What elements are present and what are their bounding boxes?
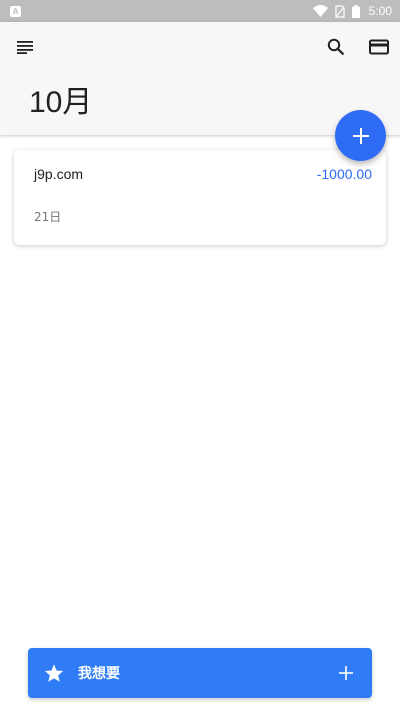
status-bar-right: 5:00 [312, 4, 392, 18]
android-notification-icon: A [10, 5, 21, 17]
transaction-name: j9p.com [34, 166, 84, 182]
month-title: 10月 [29, 86, 93, 119]
transaction-amount: -1000.00 [316, 166, 372, 182]
battery-icon [351, 4, 360, 18]
plus-icon [334, 661, 358, 685]
add-transaction-fab[interactable] [335, 110, 386, 161]
app-header: 10月 [0, 22, 400, 135]
transaction-date: 21日 [34, 210, 62, 224]
plus-icon [352, 127, 369, 144]
menu-lines-icon [17, 41, 33, 54]
star-icon [43, 662, 65, 684]
status-time: 5:00 [368, 4, 392, 18]
status-bar: A 5:00 [0, 0, 400, 22]
wishlist-label: 我想要 [78, 666, 120, 682]
card-button[interactable] [365, 33, 393, 61]
toolbar [0, 22, 400, 72]
status-bar-left: A [10, 5, 21, 17]
no-sim-icon [335, 4, 345, 18]
credit-card-icon [369, 39, 389, 55]
menu-button[interactable] [11, 33, 39, 61]
wifi-icon [312, 5, 328, 17]
search-button[interactable] [322, 33, 350, 61]
transaction-card[interactable]: j9p.com -1000.00 21日 [14, 150, 386, 245]
wishlist-button[interactable]: 我想要 [28, 648, 372, 698]
search-icon [327, 38, 345, 56]
